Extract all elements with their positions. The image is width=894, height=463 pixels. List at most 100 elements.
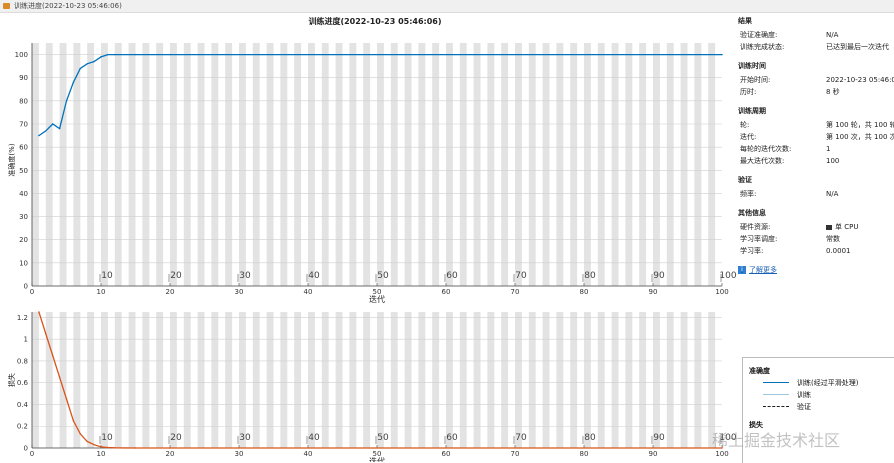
epoch-label: 50 (377, 433, 389, 443)
accuracy-data-point (169, 53, 171, 56)
x-tick-label: 80 (580, 288, 589, 296)
x-tick-label: 70 (511, 288, 520, 296)
epoch-label: 60 (446, 271, 458, 281)
epoch-band (570, 43, 578, 286)
info-value: 8 秒 (826, 88, 840, 96)
epoch-label: 60 (446, 433, 458, 443)
legend-accuracy-heading: 准确度 (749, 367, 770, 375)
epoch-band (252, 312, 260, 448)
legend-label: 验证 (797, 403, 811, 411)
epoch-band (197, 43, 205, 286)
epoch-band (294, 43, 302, 286)
y-tick-label: 20 (19, 236, 28, 244)
epoch-band (473, 43, 481, 286)
epoch-band (597, 43, 605, 286)
y-axis-label: 准确度(%) (7, 143, 16, 176)
info-key: 轮: (740, 121, 750, 129)
epoch-band (321, 312, 329, 448)
accuracy-data-point (72, 81, 75, 84)
epoch-band (280, 312, 288, 448)
x-axis-label: 迭代 (369, 456, 385, 462)
info-row: 最大迭代次数: 100 (738, 155, 894, 167)
x-tick-label: 60 (442, 288, 451, 296)
info-key: 历时: (740, 88, 757, 96)
epoch-band (418, 312, 426, 448)
info-key: 频率: (740, 190, 757, 198)
epoch-band (239, 43, 246, 286)
loss-data-point (114, 447, 116, 449)
info-row: 验证准确度: N/A (738, 29, 894, 41)
y-tick-label: 50 (19, 167, 28, 175)
epoch-label: 50 (377, 271, 389, 281)
epoch-band (473, 312, 481, 448)
epoch-band (87, 312, 95, 448)
info-row: 频率: N/A (738, 188, 894, 200)
loss-data-point (107, 446, 109, 449)
loss-data-point (169, 447, 171, 449)
epoch-band (335, 43, 343, 286)
epoch-band (501, 43, 509, 286)
info-key: 每轮的迭代次数: (740, 145, 792, 153)
epoch-band (501, 312, 509, 448)
epoch-band (114, 312, 122, 448)
epoch-label: 70 (515, 271, 527, 281)
epoch-band (142, 312, 150, 448)
legend-label: 训练(经过平滑处理) (797, 379, 859, 387)
epoch-band (183, 43, 191, 286)
epoch-band (666, 43, 674, 286)
x-tick-label: 90 (649, 450, 658, 458)
x-tick-label: 40 (304, 288, 313, 296)
x-axis-label: 迭代 (369, 294, 385, 304)
epoch-band (680, 43, 688, 286)
epoch-band (321, 43, 329, 286)
x-tick-label: 70 (511, 450, 520, 458)
epoch-band (211, 312, 219, 448)
epoch-label: 100 (719, 271, 736, 281)
epoch-band (211, 43, 219, 286)
info-row: 迭代: 第 100 次，共 100 次 (738, 131, 894, 143)
epoch-band (45, 312, 53, 448)
epoch-band (459, 312, 467, 448)
epoch-band (114, 43, 122, 286)
epoch-band (515, 43, 522, 286)
x-tick-label: 20 (166, 450, 175, 458)
time-section: 训练时间 开始时间: 2022-10-23 05:46:06 历时: 8 秒 (738, 61, 894, 98)
epoch-label: 20 (170, 271, 182, 281)
epoch-band (459, 43, 467, 286)
y-axis-label: 损失 (7, 373, 16, 387)
watermark: 稀土掘金技术社区 (712, 431, 841, 450)
epoch-band (335, 312, 343, 448)
epoch-band (239, 312, 246, 448)
cycle-heading: 训练周期 (738, 107, 766, 115)
info-value: 第 100 次，共 100 次 (826, 133, 894, 141)
epoch-band (666, 312, 674, 448)
info-value: 常数 (826, 235, 840, 243)
accuracy-data-point (107, 53, 109, 56)
info-row: 学习率调度: 常数 (738, 233, 894, 245)
epoch-band (694, 312, 702, 448)
epoch-band (308, 312, 315, 448)
learn-more-link[interactable]: i 了解更多 (738, 265, 894, 275)
info-row: 学习率: 0.0001 (738, 245, 894, 257)
epoch-band (570, 312, 578, 448)
epoch-label: 10 (101, 271, 113, 281)
loss-data-point (72, 420, 75, 422)
epoch-band (418, 43, 426, 286)
legend-swatch (763, 382, 789, 383)
epoch-label: 40 (308, 271, 320, 281)
epoch-band (32, 312, 39, 448)
accuracy-data-point (52, 123, 54, 125)
info-key: 验证准确度: (740, 31, 778, 39)
epoch-band (294, 312, 302, 448)
epoch-band (363, 312, 371, 448)
epoch-band (708, 43, 716, 286)
y-tick-label: 100 (15, 51, 28, 59)
info-value: 单 CPU (826, 221, 858, 233)
accuracy-data-point (58, 127, 61, 130)
info-key: 学习率调度: (740, 235, 778, 243)
epoch-band (528, 312, 536, 448)
x-tick-label: 10 (97, 288, 106, 296)
loss-data-point (45, 333, 47, 335)
loss-data-point (38, 311, 40, 313)
epoch-band (446, 312, 453, 448)
